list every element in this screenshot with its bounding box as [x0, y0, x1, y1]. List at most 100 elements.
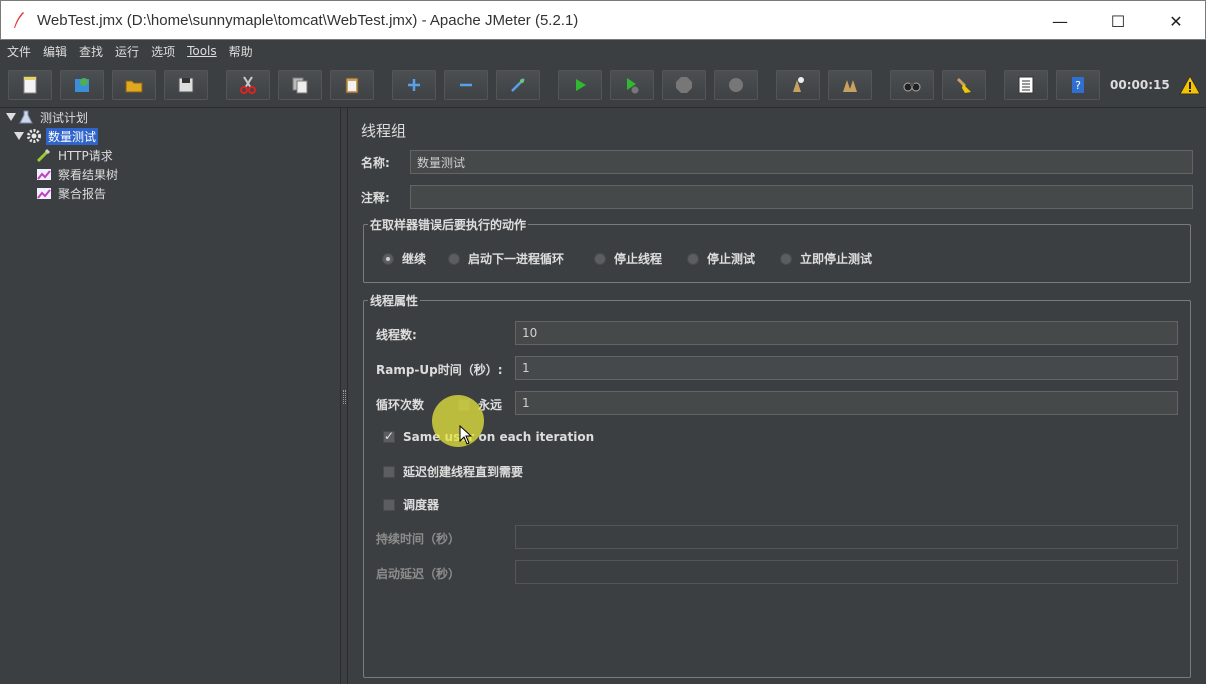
- radio-start-next-loop[interactable]: 启动下一进程循环: [448, 250, 564, 267]
- shutdown-icon: [729, 78, 743, 92]
- menu-options[interactable]: 选项: [151, 43, 175, 60]
- reset-search-icon: [956, 77, 971, 93]
- clear-button[interactable]: [776, 70, 820, 100]
- search-icon: [903, 82, 921, 92]
- toolbar: ? 00:00:15: [0, 62, 1206, 108]
- function-helper-button[interactable]: [1004, 70, 1048, 100]
- open-button[interactable]: [112, 70, 156, 100]
- start-button[interactable]: [558, 70, 602, 100]
- radio-stop-test[interactable]: 停止测试: [687, 250, 755, 267]
- help-icon: ?: [1072, 77, 1084, 93]
- name-field[interactable]: 数量测试: [410, 150, 1193, 174]
- group-legend: 在取样器错误后要执行的动作: [368, 216, 529, 233]
- comment-field[interactable]: [410, 185, 1193, 209]
- sampler-error-action-group: 在取样器错误后要执行的动作 继续 启动下一进程循环 停止线程 停止测试 立即停止…: [363, 216, 1191, 283]
- radio-dot[interactable]: [687, 252, 699, 265]
- tree-item-test-plan[interactable]: 测试计划: [6, 108, 90, 126]
- stop-button[interactable]: [662, 70, 706, 100]
- warning-icon[interactable]: [1178, 74, 1202, 96]
- search-button[interactable]: [890, 70, 934, 100]
- clear-all-icon: [843, 80, 857, 92]
- menu-file[interactable]: 文件: [7, 43, 31, 60]
- radio-stop-thread[interactable]: 停止线程: [594, 250, 662, 267]
- cut-button[interactable]: [226, 70, 270, 100]
- duration-label: 持续时间（秒）: [376, 532, 461, 546]
- tree-item-view-results-tree[interactable]: 察看结果树: [36, 165, 120, 183]
- menu-run[interactable]: 运行: [115, 43, 139, 60]
- start-icon: [576, 79, 586, 91]
- expand-all-button[interactable]: [392, 70, 436, 100]
- tree-item-http-request[interactable]: HTTP请求: [36, 146, 115, 164]
- radio-dot[interactable]: [594, 252, 606, 265]
- startup-delay-field[interactable]: [515, 560, 1178, 584]
- checkbox-box[interactable]: [383, 498, 395, 511]
- tree-item-label: 测试计划: [40, 110, 89, 125]
- name-label: 名称:: [361, 156, 390, 170]
- save-button[interactable]: [164, 70, 208, 100]
- menu-search[interactable]: 查找: [79, 43, 103, 60]
- rampup-field[interactable]: 1: [515, 356, 1178, 380]
- function-helper-icon: [1018, 76, 1034, 94]
- window-title: WebTest.jmx (D:\home\sunnymaple\tomcat\W…: [37, 11, 579, 29]
- help-button[interactable]: ?: [1056, 70, 1100, 100]
- scheduler-checkbox[interactable]: 调度器: [383, 496, 439, 513]
- test-plan-icon: [19, 110, 33, 124]
- page-title: 线程组: [361, 122, 407, 140]
- maximize-button[interactable]: ☐: [1089, 1, 1147, 41]
- collapse-all-button[interactable]: [444, 70, 488, 100]
- paste-icon: [345, 77, 359, 94]
- save-icon: [178, 77, 194, 93]
- listener-chart-icon: [37, 169, 51, 180]
- menu-edit[interactable]: 编辑: [43, 43, 67, 60]
- reset-search-button[interactable]: [942, 70, 986, 100]
- radio-dot[interactable]: [780, 252, 792, 265]
- shutdown-button[interactable]: [714, 70, 758, 100]
- templates-button[interactable]: [60, 70, 104, 100]
- menu-help[interactable]: 帮助: [229, 43, 253, 60]
- menu-tools[interactable]: Tools: [187, 44, 217, 58]
- splitter-grip[interactable]: [343, 390, 346, 404]
- panel-splitter[interactable]: [340, 108, 348, 684]
- gear-icon: [27, 129, 41, 143]
- startup-delay-label: 启动延迟（秒）: [376, 567, 461, 581]
- cut-icon: [240, 76, 256, 94]
- open-icon: [125, 80, 143, 93]
- tree-item-label: 聚合报告: [58, 186, 107, 201]
- duration-field[interactable]: [515, 525, 1178, 549]
- svg-text:?: ?: [1075, 79, 1081, 92]
- same-user-checkbox[interactable]: Same user on each iteration: [383, 429, 594, 444]
- tree-item-label: HTTP请求: [58, 148, 113, 163]
- clear-all-button[interactable]: [828, 70, 872, 100]
- threads-field[interactable]: 10: [515, 321, 1178, 345]
- loop-count-field[interactable]: 1: [515, 391, 1178, 415]
- radio-dot[interactable]: [382, 252, 394, 265]
- start-no-pause-icon: [627, 78, 639, 94]
- tree-item-aggregate-report[interactable]: 聚合报告: [36, 184, 108, 202]
- elapsed-timer: 00:00:15: [1110, 78, 1170, 92]
- new-button[interactable]: [8, 70, 52, 100]
- radio-continue[interactable]: 继续: [382, 250, 426, 267]
- tree-item-label: 察看结果树: [58, 167, 119, 182]
- radio-stop-test-now[interactable]: 立即停止测试: [780, 250, 872, 267]
- paste-button[interactable]: [330, 70, 374, 100]
- checkbox-box[interactable]: [383, 429, 395, 443]
- expand-triangle-icon[interactable]: [14, 131, 24, 141]
- checkbox-box[interactable]: [383, 465, 395, 478]
- copy-button[interactable]: [278, 70, 322, 100]
- clear-icon: [793, 77, 804, 92]
- collapse-icon: [460, 83, 472, 87]
- tree-item-label: 数量测试: [46, 127, 99, 145]
- start-no-pauses-button[interactable]: [610, 70, 654, 100]
- delay-thread-creation-checkbox[interactable]: 延迟创建线程直到需要: [383, 463, 523, 480]
- stop-icon: [676, 77, 692, 93]
- jmeter-feather-icon: [14, 12, 24, 28]
- radio-dot[interactable]: [448, 252, 460, 265]
- loop-count-label: 循环次数: [376, 398, 425, 412]
- menu-bar: 文件 编辑 查找 运行 选项 Tools 帮助: [0, 40, 1206, 62]
- expand-triangle-icon[interactable]: [6, 112, 16, 122]
- toggle-button[interactable]: [496, 70, 540, 100]
- close-button[interactable]: ✕: [1147, 1, 1205, 41]
- minimize-button[interactable]: —: [1031, 1, 1089, 41]
- comment-label: 注释:: [361, 191, 390, 205]
- tree-item-thread-group[interactable]: 数量测试: [14, 127, 99, 145]
